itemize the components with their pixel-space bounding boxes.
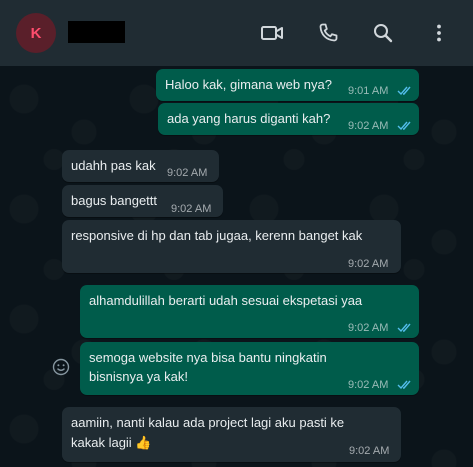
message-incoming[interactable]: aamiin, nanti kalau ada project lagi aku…	[62, 407, 401, 462]
message-outgoing[interactable]: Haloo kak, gimana web nya? 9:01 AM	[156, 69, 419, 101]
voice-call-icon[interactable]	[316, 21, 340, 45]
message-incoming[interactable]: udahh pas kak 9:02 AM	[62, 150, 219, 182]
contact-name-redacted[interactable]: redacted	[68, 21, 125, 43]
message-text: udahh pas kak	[71, 158, 156, 173]
message-text-line1: aamiin, nanti kalau ada project lagi aku…	[71, 415, 345, 430]
message-text: ada yang harus diganti kah?	[167, 111, 331, 126]
message-time: 9:02 AM	[348, 322, 389, 334]
menu-icon[interactable]	[427, 21, 451, 45]
message-outgoing[interactable]: semoga website nya bisa bantu ningkatin …	[80, 342, 419, 395]
message-time: 9:02 AM	[348, 120, 389, 132]
message-time: 9:02 AM	[349, 445, 390, 457]
read-receipt-icon	[397, 85, 413, 96]
chat-header: K redacted	[0, 0, 473, 66]
message-time: 9:02 AM	[348, 258, 389, 270]
message-time: 9:02 AM	[348, 379, 389, 391]
emoji-icon[interactable]	[52, 358, 70, 376]
message-outgoing[interactable]: ada yang harus diganti kah? 9:02 AM	[158, 103, 419, 135]
message-text: alhamdulillah berarti udah sesuai ekspet…	[89, 293, 363, 308]
message-outgoing[interactable]: alhamdulillah berarti udah sesuai ekspet…	[80, 285, 419, 338]
message-text-line1: semoga website nya bisa bantu ningkatin	[89, 350, 327, 365]
message-text: responsive di hp dan tab jugaa, kerenn b…	[71, 228, 363, 243]
video-call-icon[interactable]	[260, 21, 284, 45]
read-receipt-icon	[397, 379, 413, 390]
avatar-initial: K	[30, 24, 42, 42]
message-incoming[interactable]: bagus bangettt 9:02 AM	[62, 185, 223, 217]
read-receipt-icon	[397, 120, 413, 131]
avatar[interactable]: K	[16, 13, 56, 53]
message-text: bagus bangettt	[71, 193, 158, 208]
search-icon[interactable]	[371, 21, 395, 45]
message-text-line2: kakak lagii 👍	[71, 435, 152, 450]
message-incoming[interactable]: responsive di hp dan tab jugaa, kerenn b…	[62, 220, 401, 273]
message-time: 9:01 AM	[348, 85, 389, 97]
message-text: Haloo kak, gimana web nya?	[165, 77, 332, 92]
message-time: 9:02 AM	[171, 203, 212, 215]
message-text-line2: bisnisnya ya kak!	[89, 369, 188, 384]
message-time: 9:02 AM	[167, 167, 208, 179]
read-receipt-icon	[397, 322, 413, 333]
